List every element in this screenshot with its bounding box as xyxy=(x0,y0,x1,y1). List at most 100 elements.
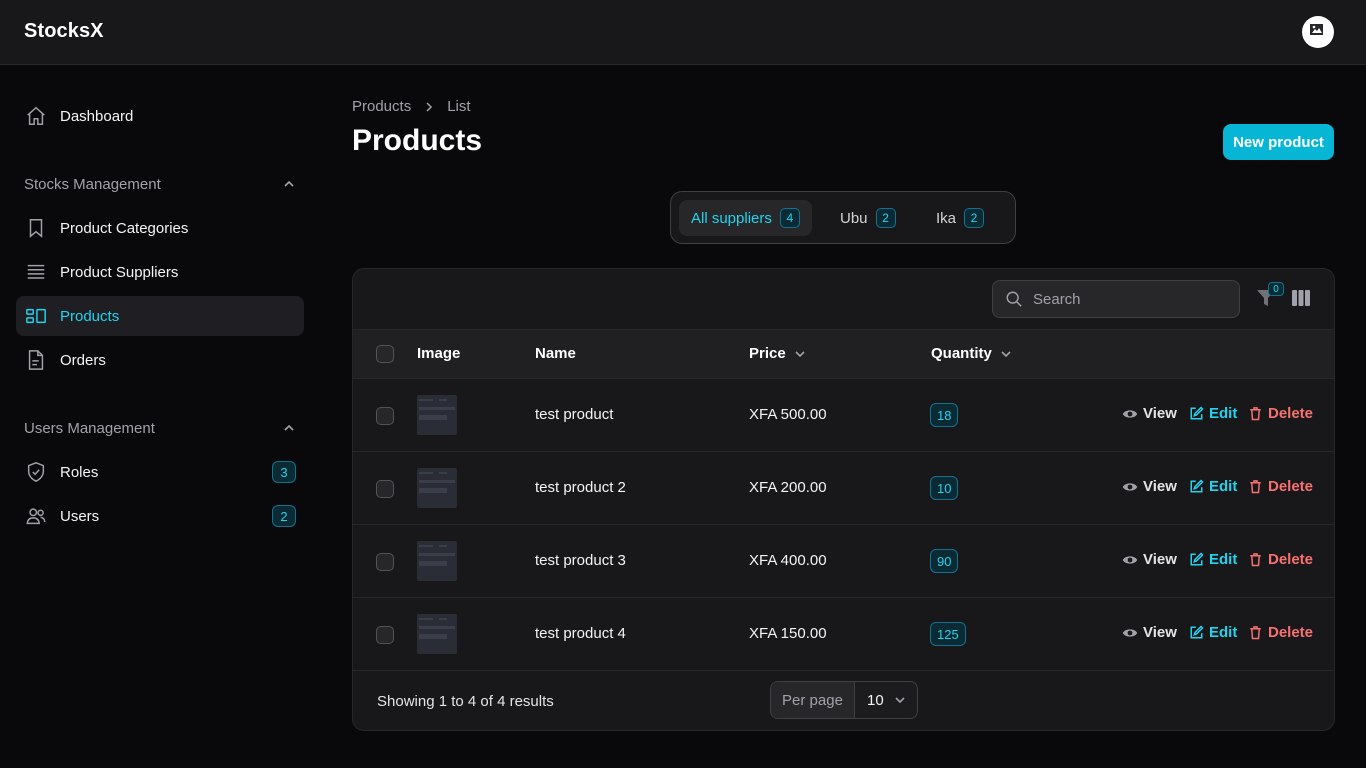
edit-button[interactable]: Edit xyxy=(1189,478,1237,495)
pagination-summary: Showing 1 to 4 of 4 results xyxy=(377,693,554,710)
users-count-badge: 2 xyxy=(272,505,296,527)
filter-count-badge: 0 xyxy=(1268,282,1284,296)
delete-label: Delete xyxy=(1268,405,1314,422)
breadcrumb-list: List xyxy=(447,98,471,115)
bookmark-icon xyxy=(24,216,48,240)
nav-group-users-management[interactable]: Users Management xyxy=(24,416,296,440)
view-button[interactable]: View xyxy=(1122,478,1177,495)
tab-ika[interactable]: Ika 2 xyxy=(924,200,996,236)
sidebar-item-users[interactable]: Users 2 xyxy=(16,496,304,536)
sidebar-item-product-categories[interactable]: Product Categories xyxy=(16,208,304,248)
delete-button[interactable]: Delete xyxy=(1248,551,1313,568)
nav-group-label: Users Management xyxy=(24,419,155,437)
products-table: 0 Image Name Price Quantity test product… xyxy=(352,268,1335,731)
quantity-badge: 10 xyxy=(930,476,959,500)
edit-button[interactable]: Edit xyxy=(1189,405,1237,422)
eye-icon xyxy=(1122,409,1138,418)
chevron-right-icon xyxy=(423,101,435,113)
view-label: View xyxy=(1143,478,1177,495)
eye-icon xyxy=(1122,628,1138,637)
table-row[interactable]: test product 3 XFA 400.00 90 View Edit D… xyxy=(353,525,1334,598)
nav-group-label: Stocks Management xyxy=(24,175,161,193)
shield-check-icon xyxy=(24,460,48,484)
delete-button[interactable]: Delete xyxy=(1248,405,1313,422)
product-price: XFA 400.00 xyxy=(749,552,827,569)
sidebar-item-label: Orders xyxy=(60,351,106,369)
product-thumbnail[interactable] xyxy=(417,614,457,654)
product-thumbnail[interactable] xyxy=(417,468,457,508)
view-button[interactable]: View xyxy=(1122,624,1177,641)
view-button[interactable]: View xyxy=(1122,405,1177,422)
per-page-value-text: 10 xyxy=(867,691,884,709)
sidebar: Dashboard Stocks Management Product Cate… xyxy=(0,65,320,768)
column-header-quantity[interactable]: Quantity xyxy=(931,345,1012,362)
user-avatar[interactable] xyxy=(1302,16,1334,48)
roles-count-badge: 3 xyxy=(272,461,296,483)
table-row[interactable]: test product 2 XFA 200.00 10 View Edit D… xyxy=(353,452,1334,525)
sidebar-item-label: Dashboard xyxy=(60,107,134,125)
trash-icon xyxy=(1250,480,1261,494)
view-button[interactable]: View xyxy=(1122,551,1177,568)
product-thumbnail[interactable] xyxy=(417,541,457,581)
home-icon xyxy=(24,104,48,128)
users-icon xyxy=(24,504,48,528)
per-page-select[interactable]: Per page 10 xyxy=(770,681,918,719)
edit-label: Edit xyxy=(1209,478,1238,495)
sidebar-item-orders[interactable]: Orders xyxy=(16,340,304,380)
nav-group-stocks-management[interactable]: Stocks Management xyxy=(24,172,296,196)
chevron-up-icon xyxy=(284,180,294,187)
table-row[interactable]: test product XFA 500.00 18 View Edit Del… xyxy=(353,379,1334,452)
broken-image-icon xyxy=(1310,24,1323,35)
view-label: View xyxy=(1143,405,1177,422)
chevron-down-icon xyxy=(895,697,905,704)
columns-icon[interactable] xyxy=(1291,289,1311,307)
edit-button[interactable]: Edit xyxy=(1189,624,1237,641)
grid-icon xyxy=(24,304,48,328)
quantity-badge: 18 xyxy=(930,403,959,427)
tab-ubu[interactable]: Ubu 2 xyxy=(828,200,908,236)
brand-logo[interactable]: StocksX xyxy=(24,20,104,43)
edit-label: Edit xyxy=(1209,551,1238,568)
delete-label: Delete xyxy=(1268,551,1314,568)
per-page-value[interactable]: 10 xyxy=(855,682,917,718)
column-label: Image xyxy=(417,345,461,362)
row-checkbox[interactable] xyxy=(376,407,394,425)
product-name: test product 4 xyxy=(535,625,626,642)
column-header-price[interactable]: Price xyxy=(749,345,806,362)
edit-button[interactable]: Edit xyxy=(1189,551,1237,568)
delete-label: Delete xyxy=(1268,478,1314,495)
view-label: View xyxy=(1143,551,1177,568)
edit-label: Edit xyxy=(1209,405,1238,422)
table-row[interactable]: test product 4 XFA 150.00 125 View Edit … xyxy=(353,598,1334,671)
view-label: View xyxy=(1143,624,1177,641)
pencil-square-icon xyxy=(1190,479,1204,493)
tab-all-suppliers[interactable]: All suppliers 4 xyxy=(679,200,812,236)
document-icon xyxy=(24,348,48,372)
new-product-button[interactable]: New product xyxy=(1223,124,1334,160)
sidebar-item-dashboard[interactable]: Dashboard xyxy=(16,96,304,136)
tab-label: All suppliers xyxy=(691,209,772,227)
row-checkbox[interactable] xyxy=(376,626,394,644)
row-checkbox[interactable] xyxy=(376,480,394,498)
breadcrumb-products[interactable]: Products xyxy=(352,98,411,115)
breadcrumb: Products List xyxy=(352,98,471,115)
select-all-checkbox[interactable] xyxy=(376,345,394,363)
trash-icon xyxy=(1250,626,1261,640)
table-header: Image Name Price Quantity xyxy=(353,329,1334,379)
search-field[interactable] xyxy=(992,280,1240,318)
sidebar-item-products[interactable]: Products xyxy=(16,296,304,336)
product-thumbnail[interactable] xyxy=(417,395,457,435)
tab-count-badge: 2 xyxy=(875,208,896,228)
sidebar-item-label: Products xyxy=(60,307,120,325)
delete-label: Delete xyxy=(1268,624,1314,641)
column-label: Quantity xyxy=(931,345,992,362)
row-checkbox[interactable] xyxy=(376,553,394,571)
delete-button[interactable]: Delete xyxy=(1248,478,1313,495)
delete-button[interactable]: Delete xyxy=(1248,624,1313,641)
chevron-down-icon xyxy=(795,350,805,357)
sidebar-item-product-suppliers[interactable]: Product Suppliers xyxy=(16,252,304,292)
trash-icon xyxy=(1250,407,1261,421)
product-name: test product xyxy=(535,406,614,423)
search-input[interactable] xyxy=(1033,290,1223,308)
sidebar-item-roles[interactable]: Roles 3 xyxy=(16,452,304,492)
